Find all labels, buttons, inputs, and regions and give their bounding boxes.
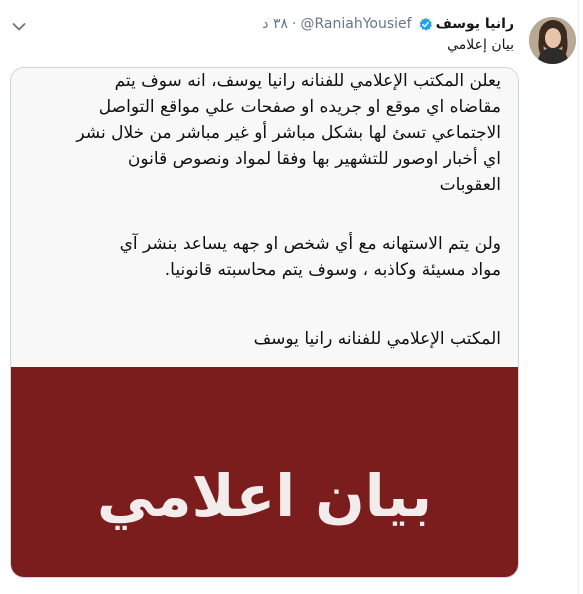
tweet-media-image[interactable]: يعلن المكتب الإعلامي للفنانه رانيا يوسف،… [10, 67, 519, 578]
timeline-border [578, 0, 579, 594]
tweet-timestamp[interactable]: ٣٨ د [262, 16, 288, 32]
tweet-header: رانيا يوسف @RaniahYousief · ٣٨ د [262, 14, 514, 34]
statement-text-area: يعلن المكتب الإعلامي للفنانه رانيا يوسف،… [11, 68, 518, 368]
separator-dot: · [292, 16, 297, 32]
text-line: اي أخبار اوصور للتشهير بها وفقا لمواد ون… [127, 149, 501, 169]
text-line: ولن يتم الاستهانه مع أي شخص او جهه يساعد… [119, 234, 501, 254]
text-line: مقاضاه اي موقع او جريده او صفحات علي موا… [98, 97, 501, 117]
user-handle[interactable]: @RaniahYousief [300, 16, 411, 32]
avatar[interactable] [529, 17, 576, 64]
press-release-banner: بيان اعلامي [11, 367, 518, 577]
tweet-text: بيان إعلامي [447, 37, 514, 53]
profile-photo [529, 17, 576, 64]
text-line: المكتب الإعلامي للفنانه رانيا يوسف [253, 329, 501, 349]
text-line: يعلن المكتب الإعلامي للفنانه رانيا يوسف،… [114, 71, 501, 91]
banner-title: بيان اعلامي [96, 462, 433, 530]
statement-paragraph-1: يعلن المكتب الإعلامي للفنانه رانيا يوسف،… [21, 68, 501, 198]
verified-badge-icon [419, 17, 432, 31]
text-line: العقوبات [439, 175, 501, 195]
chevron-down-icon[interactable] [12, 22, 26, 32]
statement-signature: المكتب الإعلامي للفنانه رانيا يوسف [21, 326, 501, 352]
text-line: مواد مسيئة وكاذبه ، وسوف يتم محاسبته قان… [164, 260, 501, 280]
statement-paragraph-2: ولن يتم الاستهانه مع أي شخص او جهه يساعد… [21, 231, 501, 283]
tweet[interactable]: رانيا يوسف @RaniahYousief · ٣٨ د بيان إع… [0, 0, 583, 594]
display-name[interactable]: رانيا يوسف [436, 16, 514, 32]
text-line: الاجتماعي تسئ لها بشكل مباشر أو غير مباش… [76, 123, 501, 143]
